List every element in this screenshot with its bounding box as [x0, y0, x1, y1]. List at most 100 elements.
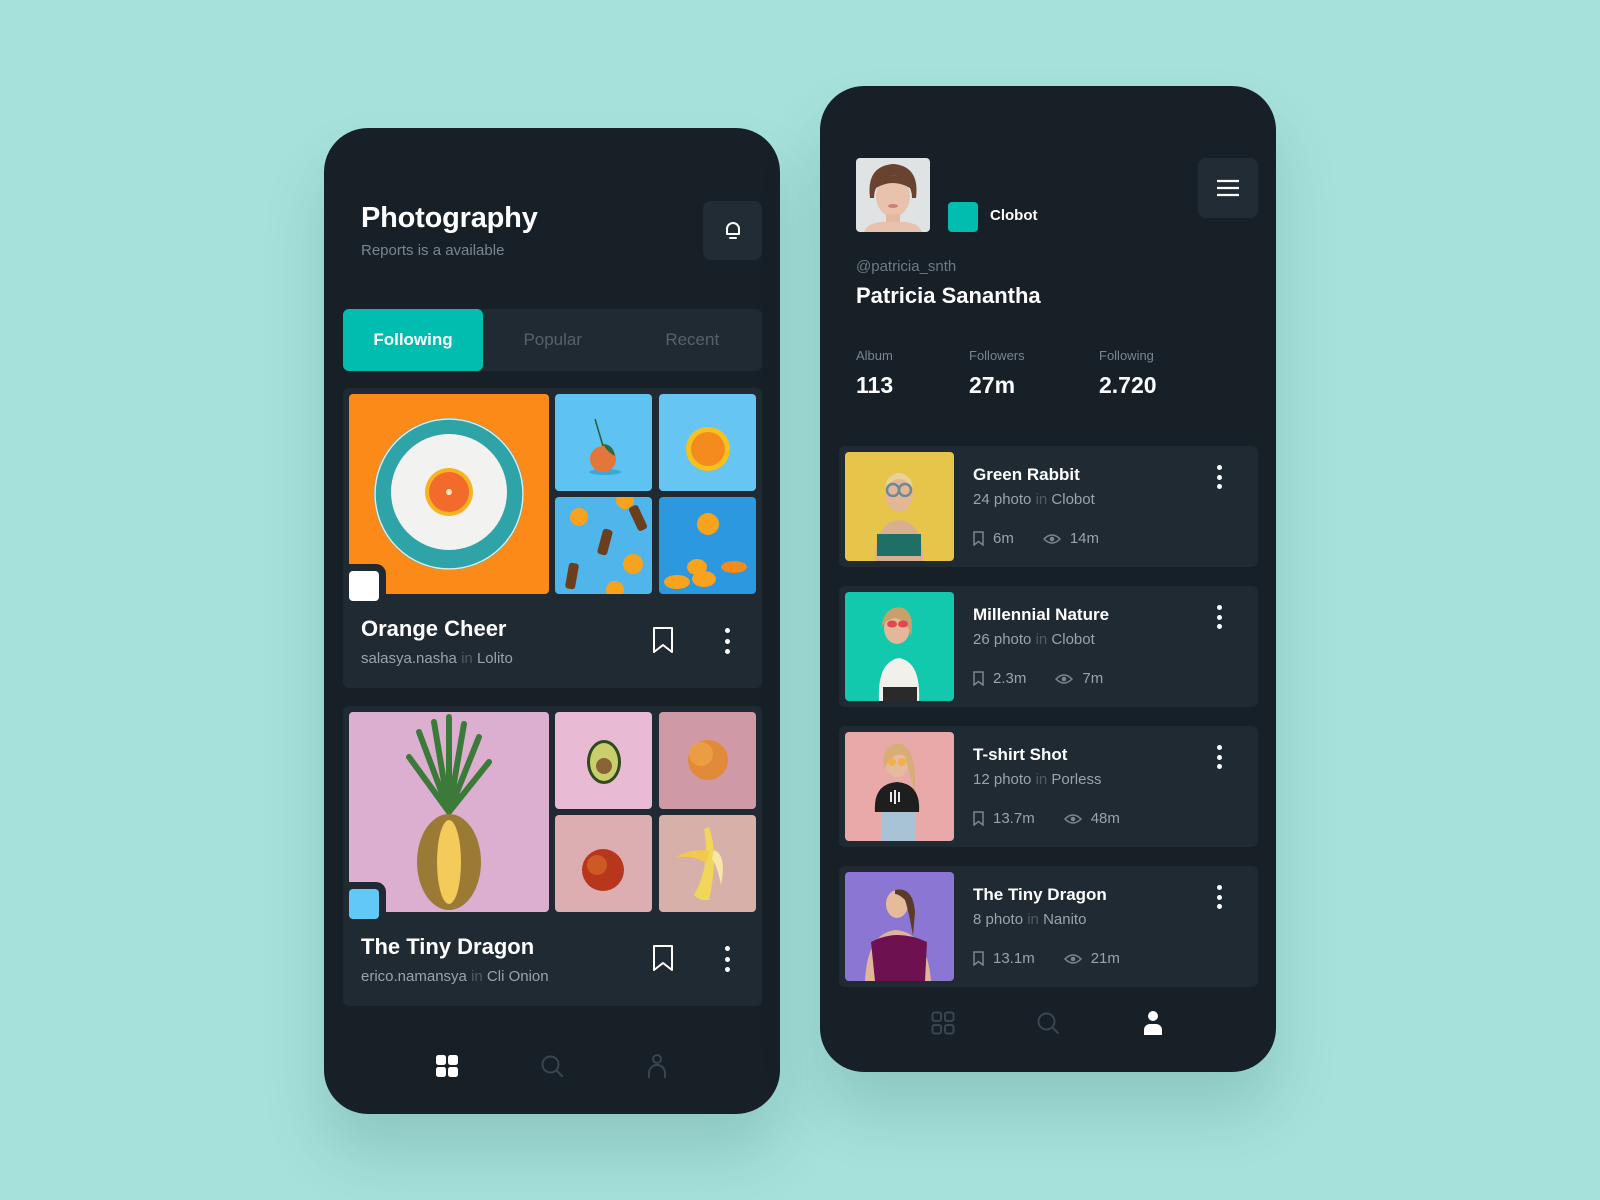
nav-home[interactable]: [928, 1008, 958, 1038]
album-card[interactable]: Orange Cheer salasya.nasha in Lolito: [343, 388, 762, 688]
album-image-grid: [349, 394, 756, 601]
collection-stats: 13.1m 21m: [973, 950, 1120, 967]
collection-title[interactable]: T-shirt Shot: [973, 745, 1067, 765]
collection-stats: 6m 14m: [973, 530, 1099, 547]
more-options-button[interactable]: [1214, 603, 1224, 631]
album-title[interactable]: Orange Cheer: [361, 616, 507, 642]
grid-icon: [435, 1055, 458, 1077]
saves-count: 13.1m: [993, 950, 1035, 967]
collection-brand[interactable]: Clobot: [1051, 491, 1094, 508]
more-options-button[interactable]: [1214, 463, 1224, 491]
collection-thumbnail[interactable]: [845, 732, 954, 841]
more-options-button[interactable]: [1214, 883, 1224, 911]
page-title: Photography: [361, 202, 538, 234]
feed-tabs: Following Popular Recent: [343, 309, 762, 371]
bookmark-icon: [653, 627, 673, 653]
collection-brand[interactable]: Nanito: [1043, 911, 1086, 928]
album-thumb-image[interactable]: [659, 815, 756, 912]
dot: [1216, 894, 1222, 900]
album-card[interactable]: The Tiny Dragon erico.namansya in Cli On…: [343, 706, 762, 1006]
in-word: in: [461, 650, 473, 667]
page-subtitle: Reports is a available: [361, 242, 505, 259]
album-author[interactable]: erico.namansya: [361, 968, 467, 985]
in-word: in: [1027, 911, 1039, 928]
user-icon: [1144, 1011, 1163, 1035]
album-thumb-image[interactable]: [659, 712, 756, 809]
dot: [1216, 745, 1222, 750]
menu-button[interactable]: [1198, 158, 1258, 218]
collection-thumbnail[interactable]: [845, 592, 954, 701]
collection-thumbnail[interactable]: [845, 452, 954, 561]
album-color-badge: [349, 564, 386, 601]
collection-item[interactable]: T-shirt Shot 12 photo in Porless 13.7m 4…: [839, 726, 1258, 847]
album-thumb-image[interactable]: [659, 394, 756, 491]
bottom-navigation: [324, 1051, 780, 1081]
bookmark-button[interactable]: [652, 944, 676, 974]
album-thumb-image[interactable]: [555, 815, 652, 912]
bookmark-icon: [973, 811, 984, 826]
brand-name[interactable]: Clobot: [990, 207, 1037, 224]
album-thumb-image[interactable]: [555, 497, 652, 594]
stat-label: Followers: [969, 348, 1025, 363]
collection-subtitle: 8 photo in Nanito: [973, 911, 1086, 928]
album-thumb-image[interactable]: [555, 712, 652, 809]
collection-brand[interactable]: Clobot: [1051, 631, 1094, 648]
views-stat: 48m: [1063, 810, 1120, 827]
views-count: 21m: [1090, 950, 1120, 967]
nav-profile[interactable]: [1138, 1008, 1168, 1038]
more-options-button[interactable]: [1214, 743, 1224, 771]
eye-icon: [1055, 673, 1074, 684]
collection-title[interactable]: Green Rabbit: [973, 465, 1080, 485]
tab-following[interactable]: Following: [343, 309, 483, 371]
dot: [1216, 474, 1222, 480]
collection-item[interactable]: Green Rabbit 24 photo in Clobot 6m 14m: [839, 446, 1258, 567]
stat-album[interactable]: Album 113: [856, 348, 893, 399]
user-full-name: Patricia Sanantha: [856, 283, 1041, 308]
album-thumb-image[interactable]: [659, 497, 756, 594]
nav-search[interactable]: [537, 1051, 567, 1081]
user-handle: @patricia_snth: [856, 258, 957, 275]
photography-feed-screen: Photography Reports is a available Follo…: [324, 128, 780, 1114]
bookmark-button[interactable]: [652, 626, 676, 656]
stat-label: Album: [856, 348, 893, 363]
collection-brand[interactable]: Porless: [1051, 771, 1101, 788]
saves-stat: 2.3m: [973, 670, 1026, 687]
dot: [724, 628, 730, 633]
notification-button[interactable]: [703, 201, 762, 260]
album-thumb-image[interactable]: [555, 394, 652, 491]
collection-item[interactable]: The Tiny Dragon 8 photo in Nanito 13.1m …: [839, 866, 1258, 987]
dot: [1216, 605, 1222, 610]
stat-value: 2.720: [1099, 372, 1157, 398]
dot: [724, 638, 730, 644]
more-options-button[interactable]: [722, 944, 732, 974]
collection-subtitle: 24 photo in Clobot: [973, 491, 1095, 508]
views-count: 7m: [1082, 670, 1104, 687]
nav-home[interactable]: [432, 1051, 462, 1081]
nav-search[interactable]: [1033, 1008, 1063, 1038]
album-author[interactable]: salasya.nasha: [361, 650, 457, 667]
album-collection[interactable]: Lolito: [477, 650, 513, 667]
dot: [1216, 614, 1222, 620]
photo-count: 12 photo: [973, 771, 1032, 788]
stat-following[interactable]: Following 2.720: [1099, 348, 1157, 399]
in-word: in: [471, 968, 483, 985]
hamburger-icon: [1217, 179, 1239, 197]
tab-recent[interactable]: Recent: [623, 309, 763, 371]
collection-title[interactable]: The Tiny Dragon: [973, 885, 1107, 905]
collection-item[interactable]: Millennial Nature 26 photo in Clobot 2.3…: [839, 586, 1258, 707]
bookmark-icon: [653, 945, 673, 971]
avatar[interactable]: [856, 158, 930, 232]
stat-followers[interactable]: Followers 27m: [969, 348, 1025, 399]
nav-profile[interactable]: [642, 1051, 672, 1081]
badge-swatch: [349, 571, 379, 601]
album-collection[interactable]: Cli Onion: [487, 968, 549, 985]
saves-stat: 13.1m: [973, 950, 1035, 967]
tab-popular[interactable]: Popular: [483, 309, 623, 371]
album-color-badge: [349, 882, 386, 919]
collection-thumbnail[interactable]: [845, 872, 954, 981]
collection-title[interactable]: Millennial Nature: [973, 605, 1109, 625]
bell-icon: [725, 221, 740, 239]
dot: [724, 967, 730, 972]
album-title[interactable]: The Tiny Dragon: [361, 934, 534, 960]
more-options-button[interactable]: [722, 626, 732, 656]
